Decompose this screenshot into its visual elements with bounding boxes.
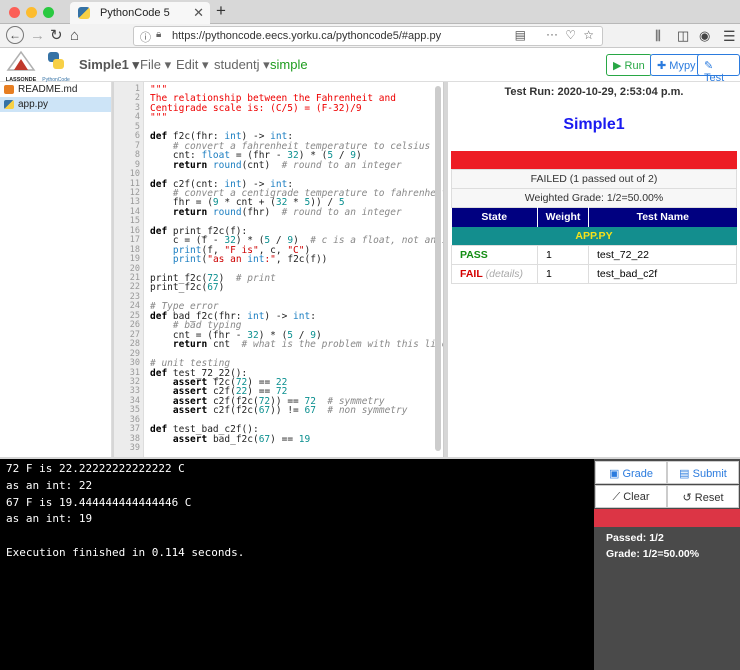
file-item-readme[interactable]: README.md <box>0 82 111 97</box>
forward-icon[interactable]: → <box>30 26 45 46</box>
passed-text: Passed: 1/2 <box>606 532 664 544</box>
browser-tab-title: PythonCode 5 <box>100 7 170 19</box>
test-run-header: Test Run: 2020-10-29, 2:53:04 p.m. <box>504 86 684 98</box>
line-number: 39 <box>129 443 140 454</box>
pencil-icon: ✎ <box>704 60 714 72</box>
page-actions-icon[interactable]: ··· <box>546 27 558 41</box>
state-pass: PASS <box>451 245 538 265</box>
info-icon[interactable]: ⓘ <box>140 29 151 45</box>
column-header-test-name: Test Name <box>636 211 689 224</box>
run-button[interactable]: ▶ Run <box>606 54 652 76</box>
editor-scrollbar[interactable] <box>435 86 441 451</box>
code-editor[interactable]: 1 2 3 4 5 6 7 8 9 10 11 12 13 14 15 16 17 18 19 20 21 22 23 24 2… <box>114 82 444 457</box>
pocket-icon[interactable]: ♡ <box>565 28 576 42</box>
code-line: print_f2c(67) <box>150 282 225 294</box>
maximize-window-icon[interactable] <box>43 7 54 18</box>
user-menu[interactable]: studentj ▾ <box>214 57 270 73</box>
edit-menu[interactable]: Edit ▾ <box>176 57 209 73</box>
results-table: FAILED (1 passed out of 2) Weighted Grad… <box>451 169 737 284</box>
file-menu[interactable]: File ▾ <box>140 57 171 73</box>
lock-icon: 🔒︎ <box>156 29 162 40</box>
sidebar-toggle-icon[interactable]: ◫ <box>677 26 689 46</box>
clear-button[interactable]: ⟋ Clear <box>595 485 667 508</box>
grade-icon: ▣ <box>608 468 620 480</box>
markdown-file-icon <box>4 85 14 94</box>
document-icon: ▤ <box>679 468 690 480</box>
code-line: """ <box>150 112 168 124</box>
python-file-icon <box>4 100 14 109</box>
code-line: assert bad_f2c(67) == 19 <box>172 433 311 445</box>
mode-label: simple <box>270 57 308 72</box>
code-line: return cnt # what is the problem with th… <box>172 339 444 351</box>
app-header: LASSONDE PythonCode Simple1 ▾ File ▾ Edi… <box>0 48 740 84</box>
browser-tab[interactable]: PythonCode 5 ✕ <box>70 2 210 24</box>
group-row: APP.PY <box>575 229 613 242</box>
terminal-line: 72 F is 22.22222222222222 C <box>6 462 185 475</box>
terminal-line: as an int: 22 <box>6 478 93 492</box>
state-fail: FAIL <box>460 268 483 280</box>
output-terminal: 72 F is 22.22222222222222 C as an int: 2… <box>0 459 594 670</box>
reload-icon[interactable]: ↻ <box>50 26 63 46</box>
test-button[interactable]: ✎ Test <box>697 54 740 84</box>
python-favicon-icon <box>78 7 90 19</box>
bookmark-star-icon[interactable]: ☆ <box>583 28 594 42</box>
terminal-line: 67 F is 19.444444444444446 C <box>6 495 192 509</box>
pythoncode-logo: PythonCode <box>41 50 71 83</box>
close-tab-icon[interactable]: ✕ <box>193 5 204 21</box>
mypy-button[interactable]: ✚ Mypy <box>650 54 703 76</box>
new-tab-icon[interactable]: + <box>216 1 226 21</box>
extension-icon[interactable]: ◉ <box>699 26 710 46</box>
back-icon[interactable]: ← <box>6 26 24 44</box>
code-line: return round(cnt) # round to an integer <box>172 159 402 171</box>
history-icon: ↺ <box>682 492 692 504</box>
code-line: print("as an int:", f2c(f)) <box>172 254 328 266</box>
terminal-line: Execution finished in 0.114 seconds. <box>6 545 245 559</box>
brush-icon: ⟋ <box>612 491 621 503</box>
line-number-gutter: 1 2 3 4 5 6 7 8 9 10 11 12 13 14 15 16 17 18 19 20 21 22 23 24 2… <box>114 82 144 457</box>
test-name-cell: test_bad_c2f <box>597 268 658 280</box>
project-title: Simple1 <box>563 116 625 133</box>
url-text: https://pythoncode.eecs.yorku.ca/pythonc… <box>172 30 442 42</box>
library-icon[interactable]: ⫼ <box>655 26 661 46</box>
weight-cell: 1 <box>537 264 589 284</box>
project-menu[interactable]: Simple1 ▾ <box>79 57 139 73</box>
table-row: FAIL (details) 1 test_bad_c2f <box>451 264 737 284</box>
reset-button[interactable]: ↺ Reset <box>667 485 739 508</box>
column-header-state: State <box>451 207 538 227</box>
state-cell: FAIL (details) <box>451 264 538 284</box>
weighted-grade: Weighted Grade: 1/2=50.00% <box>524 192 664 204</box>
home-icon[interactable]: ⌂ <box>70 26 79 46</box>
code-line: Centigrade scale is: (C/5) = (F-32)/9 <box>150 102 362 114</box>
lassonde-logo: LASSONDE <box>4 50 38 83</box>
grade-button[interactable]: ▣ Grade <box>595 461 667 484</box>
reader-view-icon[interactable]: ▤ <box>515 28 526 42</box>
grade-status-bar <box>594 509 740 527</box>
code-line: assert c2f(f2c(67)) != 67 # non symmetry <box>172 405 408 417</box>
grade-panel: ▣ Grade ▤ Submit ⟋ Clear ↺ Reset Passed:… <box>594 459 740 670</box>
weight-cell: 1 <box>537 245 589 265</box>
column-header-weight: Weight <box>537 207 589 227</box>
minimize-window-icon[interactable] <box>26 7 37 18</box>
grade-text: Grade: 1/2=50.00% <box>606 548 700 560</box>
terminal-line: as an int: 19 <box>6 512 93 526</box>
mypy-icon: ✚ <box>657 60 667 72</box>
url-bar[interactable]: ⓘ 🔒︎ https://pythoncode.eecs.yorku.ca/py… <box>133 26 603 46</box>
test-name-cell: test_72_22 <box>597 249 649 261</box>
fail-status-bar <box>451 151 737 169</box>
browser-nav-bar: ← → ↻ ⌂ ⓘ 🔒︎ https://pythoncode.eecs.yor… <box>0 24 740 48</box>
table-row: PASS 1 test_72_22 <box>451 245 737 265</box>
play-icon: ▶ <box>613 60 622 72</box>
file-sidebar: README.md app.py <box>0 82 112 457</box>
close-window-icon[interactable] <box>9 7 20 18</box>
code-line: return round(fhr) # round to an integer <box>172 206 402 218</box>
hamburger-menu-icon[interactable]: ☰ <box>723 26 736 46</box>
test-results-panel: Test Run: 2020-10-29, 2:53:04 p.m. Simpl… <box>448 82 740 457</box>
submit-button[interactable]: ▤ Submit <box>667 461 739 484</box>
details-link[interactable]: (details) <box>486 268 523 280</box>
browser-tab-bar: PythonCode 5 ✕ + <box>0 0 740 24</box>
status-text: FAILED (1 passed out of 2) <box>530 173 658 185</box>
file-item-app-py[interactable]: app.py <box>0 97 111 112</box>
